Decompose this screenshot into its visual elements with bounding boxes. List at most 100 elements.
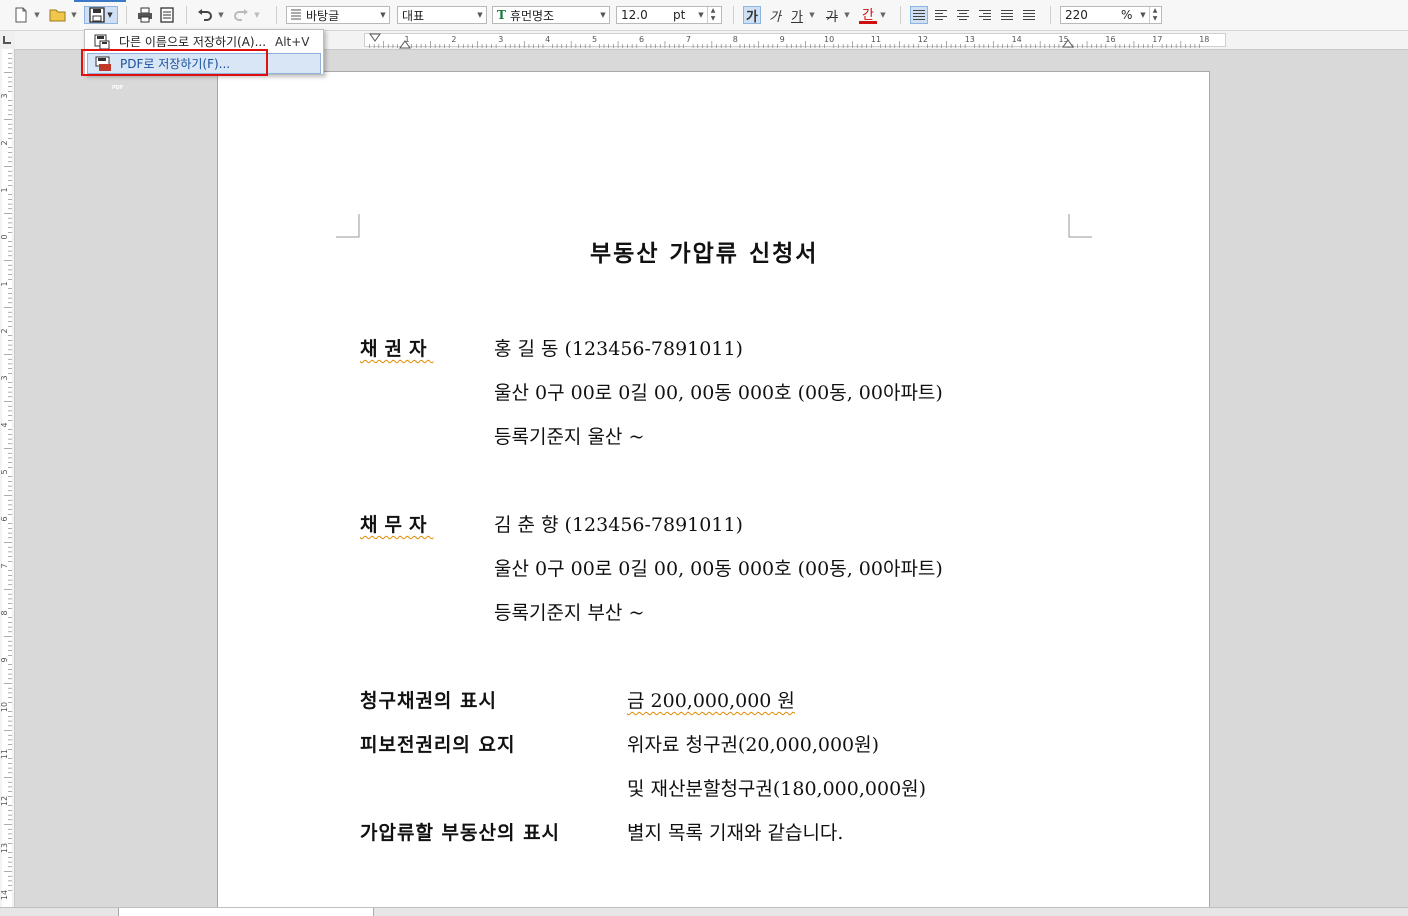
zoom-unit: % [1121,8,1133,22]
save-as-menu-item[interactable]: 다른 이름으로 저장하기(A)... Alt+V [87,31,321,52]
redo-dropdown[interactable]: ▼ [253,6,261,24]
open-button[interactable] [48,6,68,24]
creditor-label[interactable]: 채권자 [360,334,433,361]
property-value[interactable]: 별지 목록 기재와 같습니다. [627,818,843,845]
new-document-dropdown[interactable]: ▼ [33,6,41,24]
font-size-stepper[interactable]: ▲ ▼ [707,7,718,23]
new-document-icon [15,7,27,23]
page-preview-icon [160,7,174,23]
underline-dropdown[interactable]: ▼ [808,6,816,24]
undo-icon [198,9,212,21]
creditor-registry[interactable]: 등록기준지 울산 ~ [494,422,644,449]
font-value: 휴먼명조 [509,8,555,23]
chevron-down-icon: ▼ [1140,11,1146,19]
ruler-tick-label: 5 [592,35,597,44]
ruler-tick-label: 14 [1012,35,1022,44]
paragraph-style-select[interactable]: 바탕글 ▼ [286,6,390,24]
right-line-2[interactable]: 및 재산분할청구권(180,000,000원) [627,774,926,801]
ruler-ticks: 32101234567891011121314 [0,53,12,900]
bold-button[interactable]: 가 [743,6,761,25]
toolbar-accent [74,0,126,2]
save-icon [89,7,105,23]
right-indent-marker-icon[interactable] [1062,39,1074,49]
preview-button[interactable] [158,6,176,24]
zoom-input[interactable]: 220 % ▼ ▲ ▼ [1060,6,1162,24]
pdf-icon: PDF [94,56,123,91]
debtor-address[interactable]: 울산 0구 00로 0길 00, 00동 000호 (00동, 00아파트) [494,554,943,581]
debtor-label[interactable]: 채무자 [360,510,433,537]
claim-label[interactable]: 청구채권의 표시 [360,686,497,713]
folder-icon [49,9,66,22]
ruler-tick-label: 12 [918,35,928,44]
claim-value[interactable]: 금 200,000,000 원 [627,686,795,713]
debtor-registry[interactable]: 등록기준지 부산 ~ [494,598,644,625]
ruler-tick-label: 1 [0,281,9,286]
zoom-stepper[interactable]: ▲ ▼ [1149,7,1160,23]
crop-mark-top-left [336,214,360,238]
ruler-tick-label: 3 [0,93,9,98]
strikethrough-dropdown[interactable]: ▼ [843,6,851,24]
justify-button[interactable] [910,6,928,24]
align-center-button[interactable] [954,6,972,24]
font-select[interactable]: T 휴먼명조 ▼ [492,6,610,24]
print-button[interactable] [136,6,154,24]
crop-mark-top-right [1068,214,1092,238]
creditor-name[interactable]: 홍 길 동 (123456-7891011) [494,334,743,361]
ruler-tick-label: 12 [0,796,9,806]
document-title-text: 부동산 가압류 신청서 [590,240,819,267]
debtor-name[interactable]: 김 춘 향 (123456-7891011) [494,510,743,537]
language-value: 대표 [402,8,425,23]
ruler-tick-label: 9 [0,657,9,662]
open-dropdown[interactable]: ▼ [70,6,78,24]
ruler-tick-label: 5 [0,469,9,474]
save-dropdown-arrow-icon: ▼ [107,11,113,19]
document-title[interactable]: 부동산 가압류 신청서 [590,234,818,268]
font-color-dropdown[interactable]: ▼ [879,6,887,24]
align-right-button[interactable] [976,6,994,24]
chevron-down-icon: ▼ [600,11,606,19]
style-list-icon [290,8,302,23]
ruler-tick-label: 8 [0,610,9,615]
font-color-button[interactable]: 간 [859,6,877,24]
save-as-label: 다른 이름으로 저장하기(A)... [119,35,267,49]
divide-button[interactable] [1020,6,1038,24]
redo-button[interactable] [232,6,250,24]
right-label[interactable]: 피보전권리의 요지 [360,730,515,757]
align-left-button[interactable] [932,6,950,24]
ruler-tick-label: 6 [639,35,644,44]
ruler-tick-label: 14 [0,890,9,900]
tab-corner-icon [3,36,11,44]
ruler-tick-label: 4 [545,35,550,44]
right-line-1[interactable]: 위자료 청구권(20,000,000원) [627,730,879,757]
save-button[interactable]: ▼ [84,6,118,24]
property-label[interactable]: 가압류할 부동산의 표시 [360,818,560,845]
left-indent-marker-icon[interactable] [399,40,411,50]
separator [733,6,734,24]
ruler-tick-label: 1 [0,187,9,192]
ruler-tick-label: 10 [824,35,834,44]
creditor-address[interactable]: 울산 0구 00로 0길 00, 00동 000호 (00동, 00아파트) [494,378,943,405]
save-as-pdf-menu-item[interactable]: PDF PDF로 저장하기(F)... [87,53,321,91]
font-size-input[interactable]: 12.0 pt ▼ ▲ ▼ [616,6,722,24]
first-line-indent-marker-icon[interactable] [369,33,381,43]
vertical-ruler[interactable]: 3 2 1 0 1 2 3 4 5 6 7 8 9 10 11 12 13 14 [0,49,15,907]
new-document-button[interactable] [12,6,30,24]
ruler-tick-label: 13 [965,35,975,44]
font-size-value: 12.0 [621,8,648,22]
ruler-tick-label: 6 [0,516,9,521]
language-select[interactable]: 대표 ▼ [397,6,487,24]
ruler-tick-label: 3 [498,35,503,44]
underline-button[interactable]: 가 [788,6,806,25]
italic-button[interactable]: 가 [766,6,784,25]
strikethrough-button[interactable]: 가 [823,6,841,25]
undo-button[interactable] [196,6,214,24]
tab-type-selector[interactable] [0,31,16,50]
save-dropdown-menu: 다른 이름으로 저장하기(A)... Alt+V PDF PDF로 저장하기(F… [84,29,324,91]
zoom-value: 220 [1065,8,1088,22]
ruler-tick-label: 4 [0,422,9,427]
main-toolbar: ▼ ▼ ▼ ▼ ▼ 바탕글 ▼ 대표 ▼ T 휴먼명조 ▼ 12.0 pt ▼ … [0,0,1408,31]
ruler-tick-label: 11 [0,749,9,759]
separator [900,6,901,24]
distribute-button[interactable] [998,6,1016,24]
undo-dropdown[interactable]: ▼ [217,6,225,24]
